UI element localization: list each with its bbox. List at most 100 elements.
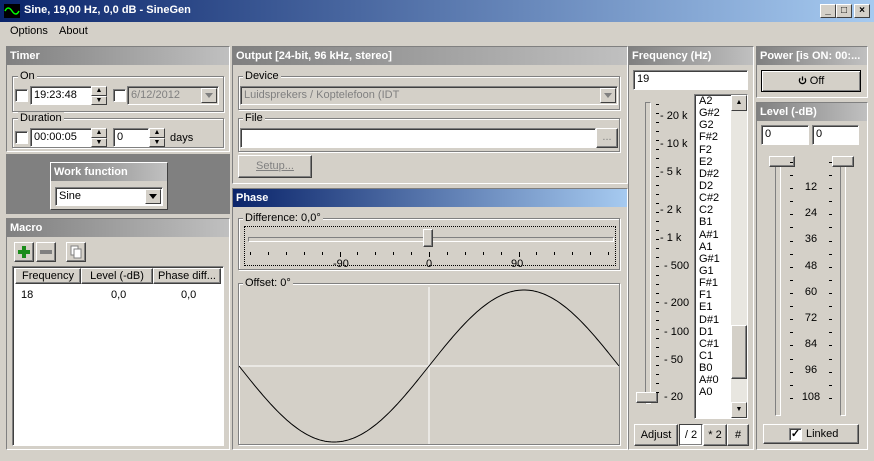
work-function-dropdown[interactable] bbox=[145, 189, 161, 204]
difference-label: Difference: 0,0° bbox=[243, 212, 323, 224]
difference-tick bbox=[590, 252, 591, 255]
frequency-tick bbox=[656, 131, 659, 132]
maximize-button[interactable]: □ bbox=[836, 4, 852, 18]
days-label: days bbox=[170, 132, 194, 144]
level-tick bbox=[790, 227, 793, 228]
power-off-button[interactable]: Off bbox=[761, 70, 861, 92]
frequency-scale-label: - 20 bbox=[664, 391, 683, 403]
duration-time-input[interactable]: 00:00:05 bbox=[30, 128, 92, 147]
plus-icon bbox=[18, 246, 30, 258]
remove-macro-button[interactable] bbox=[36, 242, 56, 262]
level-tick bbox=[829, 267, 832, 268]
difference-slider-thumb[interactable] bbox=[423, 229, 433, 247]
duration-days-up[interactable]: ▲ bbox=[149, 128, 165, 138]
frequency-tick bbox=[656, 329, 659, 330]
difference-tick bbox=[340, 252, 341, 257]
on-checkbox[interactable] bbox=[15, 89, 28, 102]
duration-checkbox[interactable] bbox=[15, 131, 28, 144]
on-date-dropdown[interactable] bbox=[201, 88, 217, 103]
frequency-tick bbox=[656, 383, 659, 384]
chevron-down-icon bbox=[604, 93, 612, 98]
scroll-down-button[interactable]: ▼ bbox=[731, 402, 747, 418]
col-level[interactable]: Level (-dB) bbox=[81, 268, 153, 284]
frequency-scale-label: - 20 k bbox=[660, 110, 688, 122]
on-time-down[interactable]: ▼ bbox=[91, 96, 107, 105]
close-button[interactable]: × bbox=[854, 4, 870, 18]
sine-app-icon bbox=[4, 4, 20, 18]
level-tick bbox=[790, 162, 793, 163]
device-select[interactable]: Luidsprekers / Koptelefoon (IDT bbox=[240, 86, 618, 105]
add-macro-button[interactable] bbox=[14, 242, 34, 262]
level-scale-label: 96 bbox=[804, 364, 818, 377]
difference-tick bbox=[501, 252, 502, 255]
frequency-tick bbox=[656, 194, 659, 195]
level-scale-label: 48 bbox=[804, 259, 818, 272]
frequency-tick bbox=[656, 284, 659, 285]
duration-time-up[interactable]: ▲ bbox=[91, 128, 107, 138]
copy-icon bbox=[70, 245, 82, 259]
scroll-thumb[interactable] bbox=[731, 325, 747, 379]
copy-macro-button[interactable] bbox=[66, 242, 86, 262]
level-tick bbox=[829, 241, 832, 242]
frequency-slider-thumb[interactable] bbox=[636, 392, 658, 403]
device-dropdown[interactable] bbox=[600, 88, 616, 103]
level-right-slider-track[interactable] bbox=[840, 158, 846, 416]
browse-file-button[interactable]: ... bbox=[596, 128, 618, 148]
tick-label-minus90: -90 bbox=[333, 258, 349, 270]
level-tick bbox=[829, 372, 832, 373]
difference-tick bbox=[322, 252, 323, 255]
setup-button[interactable]: Setup... bbox=[238, 155, 312, 178]
adjust-button[interactable]: Adjust bbox=[634, 424, 678, 446]
frequency-tick bbox=[656, 302, 659, 303]
on-date-checkbox[interactable] bbox=[113, 89, 126, 102]
level-scale-label: 36 bbox=[804, 233, 818, 246]
level-right-input[interactable]: 0 bbox=[812, 125, 859, 145]
level-tick bbox=[790, 319, 793, 320]
duration-time-down[interactable]: ▼ bbox=[91, 138, 107, 147]
level-scale-label: 12 bbox=[804, 181, 818, 193]
frequency-input[interactable]: 19 bbox=[633, 70, 748, 90]
level-tick bbox=[829, 254, 832, 255]
table-row[interactable]: 18 0,0 0,0 bbox=[13, 286, 221, 301]
frequency-tick bbox=[656, 320, 659, 321]
menu-options[interactable]: Options bbox=[10, 25, 48, 37]
frequency-scale-label: - 2 k bbox=[660, 204, 682, 216]
note-list-scrollbar[interactable]: ▲ ▼ bbox=[731, 95, 747, 418]
frequency-tick bbox=[656, 293, 659, 294]
duration-days-down[interactable]: ▼ bbox=[149, 138, 165, 147]
chevron-down-icon bbox=[205, 93, 213, 98]
frequency-scale-label: - 100 bbox=[664, 326, 690, 338]
macro-table[interactable]: Frequency Level (-dB) Phase diff... 18 0… bbox=[12, 266, 224, 446]
col-phase-diff[interactable]: Phase diff... bbox=[153, 268, 221, 284]
col-frequency[interactable]: Frequency bbox=[15, 268, 81, 284]
scroll-up-button[interactable]: ▲ bbox=[731, 95, 747, 111]
level-left-input[interactable]: 0 bbox=[761, 125, 809, 145]
frequency-tick bbox=[656, 185, 659, 186]
level-tick bbox=[829, 385, 832, 386]
difference-tick bbox=[554, 252, 555, 255]
level-right-slider-thumb[interactable] bbox=[832, 156, 854, 167]
level-tick bbox=[790, 254, 793, 255]
divide-two-button[interactable]: / 2 bbox=[679, 424, 703, 446]
multiply-two-button[interactable]: * 2 bbox=[703, 424, 727, 446]
minimize-button[interactable]: _ bbox=[820, 4, 836, 18]
level-tick bbox=[829, 280, 832, 281]
linked-checkbox[interactable]: ✓ bbox=[789, 428, 802, 441]
frequency-tick bbox=[656, 374, 659, 375]
level-tick bbox=[829, 227, 832, 228]
note-mode-button[interactable]: # bbox=[727, 424, 749, 446]
level-scale-label: 60 bbox=[804, 285, 818, 298]
work-function-header: Work function bbox=[51, 163, 167, 181]
level-tick bbox=[790, 359, 793, 360]
duration-days-input[interactable]: 0 bbox=[113, 128, 149, 147]
frequency-slider-track[interactable] bbox=[645, 102, 651, 404]
menu-about[interactable]: About bbox=[59, 25, 88, 37]
frequency-scale-label: - 200 bbox=[664, 297, 690, 309]
power-header: Power [is ON: 00:... bbox=[757, 47, 867, 65]
on-time-up[interactable]: ▲ bbox=[91, 86, 107, 96]
tick-label-0: 0 bbox=[426, 258, 433, 270]
difference-tick bbox=[393, 252, 394, 255]
level-left-slider-track[interactable] bbox=[775, 158, 781, 416]
on-time-input[interactable]: 19:23:48 bbox=[30, 86, 92, 105]
file-input[interactable] bbox=[240, 128, 596, 148]
